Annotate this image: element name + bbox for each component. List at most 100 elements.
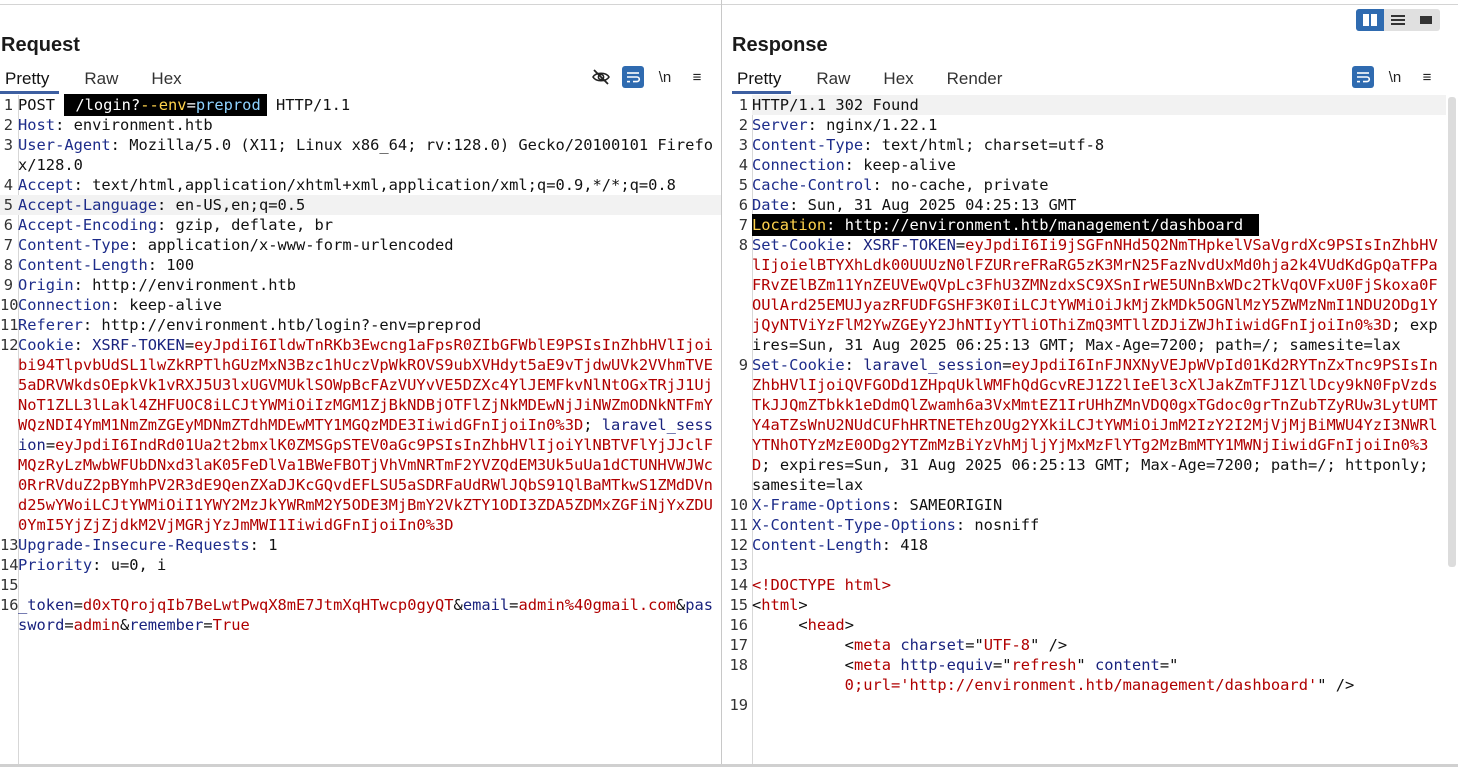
code-line: 5 Cache-Control: no-cache, private [722,175,1446,195]
cookie-name: XSRF-TOKEN [863,236,956,254]
code-line: 13 [722,555,1446,575]
header-sep: : [789,196,808,214]
request-menu-icon[interactable]: ≡ [686,66,708,88]
cookie-name: XSRF-TOKEN [92,336,185,354]
code-text: <meta http-equiv="refresh" content=" 0;u… [752,655,1446,695]
code-text: X-Content-Type-Options: nosniff [752,515,1446,535]
code-line: 2 Host: environment.htb [0,115,721,135]
selected-path-highlight[interactable]: /login?--env=preprod [64,94,267,116]
request-tab-hex[interactable]: Hex [146,66,181,91]
cookie-value: eyJpdiI6IndRd01Ua2t2bmxlK0ZMSGpSTEV0aGc9… [18,436,713,534]
header-value: SAMEORIGIN [909,496,1003,514]
header-name: Cookie [18,336,74,354]
line-number: 1 [738,96,748,114]
code-text: User-Agent: Mozilla/5.0 (X11; Linux x86_… [18,135,721,175]
code-text: Content-Type: application/x-www-form-url… [18,235,721,255]
path-segment: /login? [75,96,141,114]
header-value: nosniff [974,516,1040,534]
line-number: 13 [729,556,748,574]
header-name: Set-Cookie [752,236,845,254]
attr-name: charset [900,636,966,654]
response-wrap-icon[interactable] [1352,66,1374,88]
code-text: Content-Length: 418 [752,535,1446,555]
body-amp: & [119,616,130,634]
line-number: 16 [729,616,748,634]
response-newline-icon[interactable]: \n [1384,66,1406,88]
code-line: 13 Upgrade-Insecure-Requests: 1 [0,535,721,555]
response-menu-icon[interactable]: ≡ [1416,66,1438,88]
response-pane: Response Pretty Raw Hex Render \n ≡ 1 HTT… [722,0,1458,767]
header-sep: : [73,176,93,194]
header-sep: : [844,156,864,174]
request-tab-raw[interactable]: Raw [79,66,118,91]
code-line: 11 Referer: http://environment.htb/login?… [0,315,721,335]
header-name: Priority [18,556,93,574]
header-name: Location [752,216,827,234]
response-tab-raw[interactable]: Raw [811,66,850,91]
header-sep: : [73,336,93,354]
line-number: 5 [3,196,13,214]
code-line: 10 Connection: keep-alive [0,295,721,315]
request-tab-pretty[interactable]: Pretty [0,66,60,94]
doctype: <!DOCTYPE html> [752,576,891,594]
code-line: 12 Content-Length: 418 [722,535,1446,555]
code-text: Connection: keep-alive [18,295,721,315]
code-text: Connection: keep-alive [752,155,1446,175]
response-tab-pretty[interactable]: Pretty [732,66,792,94]
code-line: 16 <head> [722,615,1446,635]
location-highlight[interactable]: Location: http://environment.htb/managem… [752,214,1260,236]
body-param-name: email [462,596,510,614]
code-text: Content-Type: text/html; charset=utf-8 [752,135,1446,155]
body-param-name: remember [129,616,204,634]
header-value: 100 [166,256,195,274]
header-name: Content-Type [752,136,864,154]
param-value: preprod [195,96,261,114]
code-line: 7 Content-Type: application/x-www-form-ur… [0,235,721,255]
response-tab-hex[interactable]: Hex [878,66,913,91]
header-name: User-Agent [18,136,111,154]
line-number: 4 [3,176,13,194]
code-line: 1 HTTP/1.1 302 Found [722,95,1446,115]
line-number: 10 [0,296,19,314]
header-name: Origin [18,276,74,294]
body-param-name: _token [18,596,74,614]
line-number: 11 [729,516,748,534]
code-text: Accept-Language: en-US,en;q=0.5 [18,195,721,215]
attr-value: 0;url='http://environment.htb/management… [844,676,1318,694]
response-scrollbar[interactable] [1448,97,1456,567]
header-sep: : [844,236,864,254]
code-text: Cookie: XSRF-TOKEN=eyJpdiI6IldwTnRKb3Ewc… [18,335,721,535]
request-wrap-icon[interactable] [622,66,644,88]
cookie-name: laravel_session [863,356,1003,374]
param-eq: = [186,96,196,114]
response-editor[interactable]: 1 HTTP/1.1 302 Found 2 Server: nginx/1.22.1… [722,95,1446,767]
header-name: Server [752,116,808,134]
tag-bracket: < [844,636,854,654]
line-number: 9 [3,276,13,294]
line-number: 2 [3,116,13,134]
request-newline-icon[interactable]: \n [654,66,676,88]
header-value: http://environment.htb [92,276,297,294]
code-text: Accept: text/html,application/xhtml+xml,… [18,175,721,195]
line-number: 7 [3,236,13,254]
body-amp: & [453,596,463,614]
body-amp: & [675,596,686,614]
request-editor[interactable]: 1 POST /login?--env=preprod HTTP/1.1 2 Host… [0,94,721,767]
hide-eye-off-icon[interactable] [590,66,612,88]
line-number: 18 [729,656,748,674]
header-sep: : [147,256,167,274]
line-number: 12 [0,336,19,354]
tag-close: " /> [1030,636,1068,654]
response-tab-render[interactable]: Render [942,66,1003,91]
body-param-value: True [212,616,250,634]
http-method: POST [18,96,65,114]
line-number: 12 [729,536,748,554]
header-value: environment.htb [73,116,213,134]
header-value: http://environment.htb/management/dashbo… [844,216,1244,234]
code-text: Origin: http://environment.htb [18,275,721,295]
status-line: HTTP/1.1 302 Found [752,96,919,114]
line-number: 3 [3,136,13,154]
code-text: <meta charset="UTF-8" /> [752,635,1446,655]
